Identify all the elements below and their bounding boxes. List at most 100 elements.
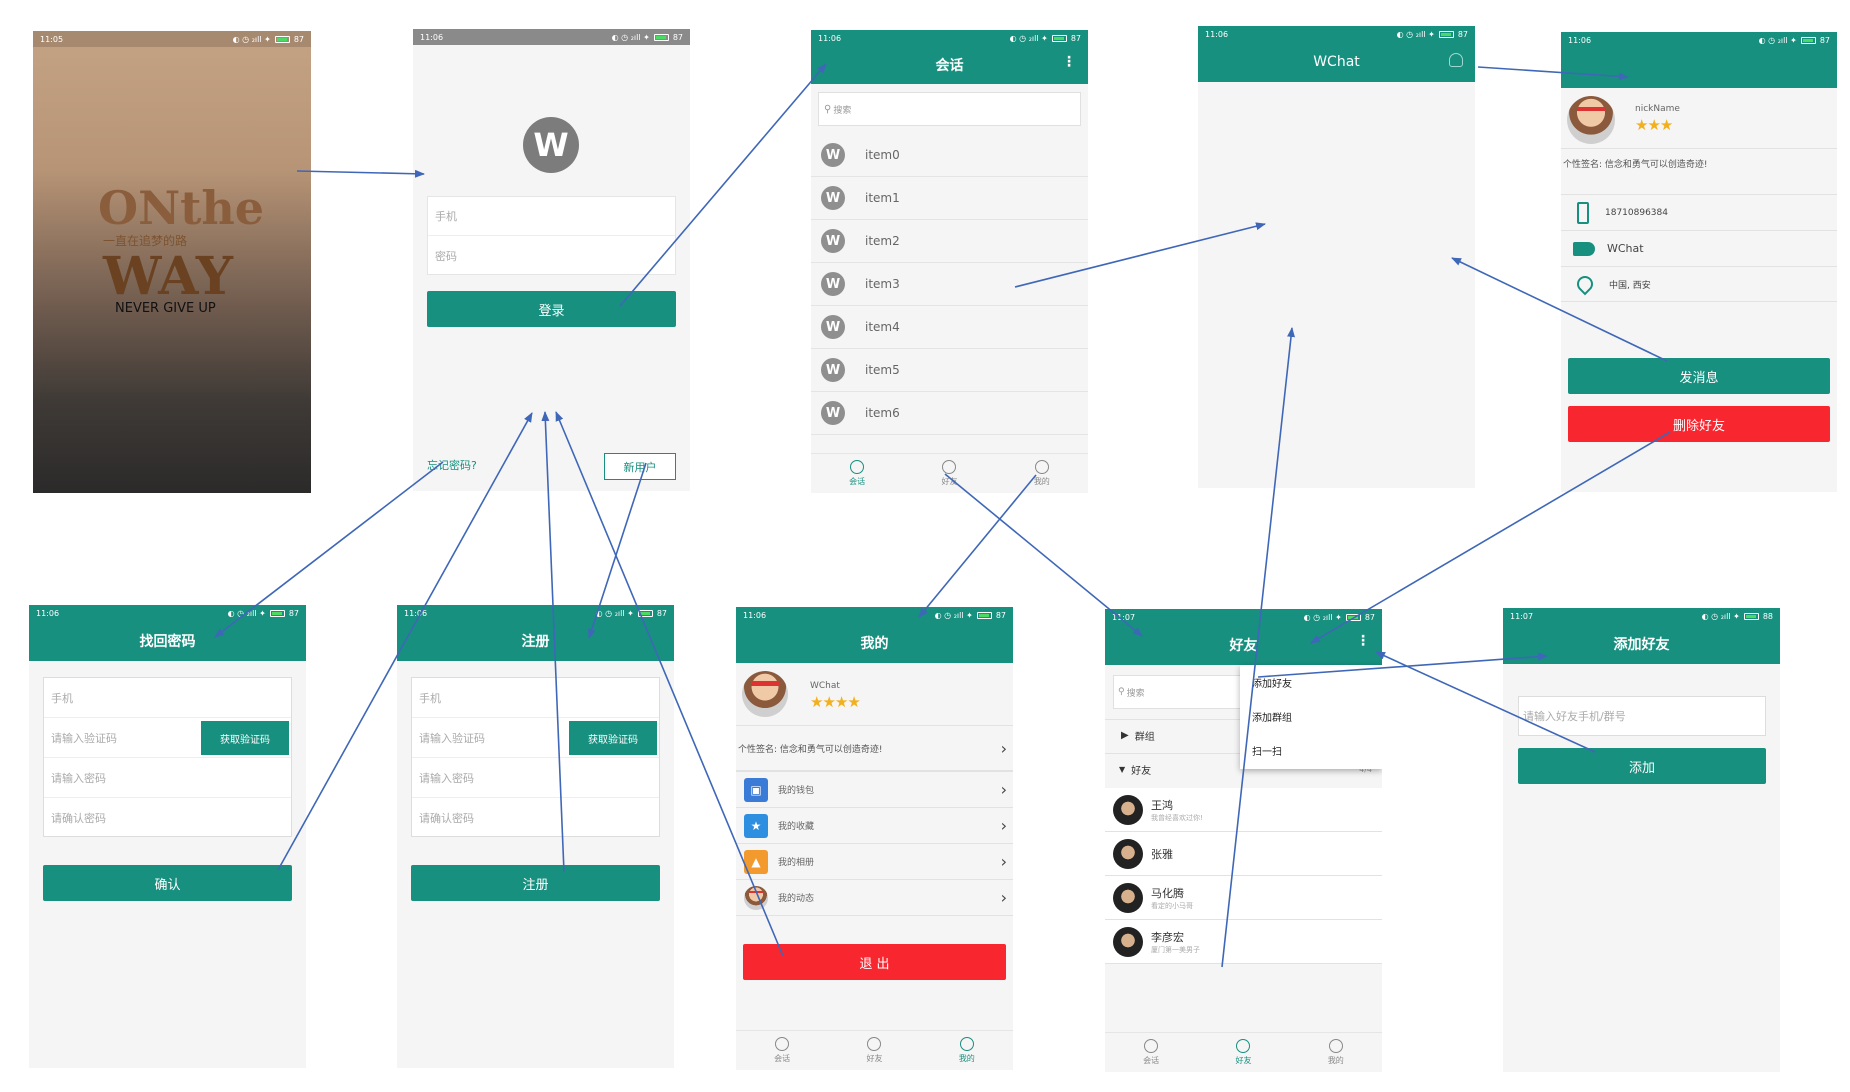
- app-bar: 11:07 ◐ ◷ ₂ıll ✦ 87 好友 ⋮: [1105, 609, 1382, 665]
- tab-mine[interactable]: 我的: [959, 1037, 975, 1064]
- menu-scan[interactable]: 扫一扫: [1240, 733, 1382, 767]
- favorites-row[interactable]: ★ 我的收藏 ›: [736, 808, 1013, 844]
- code-placeholder: 请输入验证码: [51, 731, 117, 745]
- status-time: 11:06: [1568, 35, 1592, 45]
- send-message-button[interactable]: 发消息: [1568, 358, 1830, 394]
- register-button[interactable]: 注册: [411, 865, 660, 901]
- friend-row[interactable]: 马化腾 看定的小马哥: [1105, 876, 1382, 920]
- group-label: 群组: [1134, 732, 1155, 743]
- page-title: 我的: [860, 636, 889, 652]
- app-bar: 11:06 ◐ ◷ ₂ıll ✦ 87: [1561, 32, 1837, 88]
- battery-level: 87: [1070, 33, 1081, 43]
- friend-row[interactable]: 张雅: [1105, 832, 1382, 876]
- tab-mine[interactable]: 我的: [1034, 460, 1050, 487]
- chevron-right-icon: ›: [1000, 888, 1007, 907]
- battery-icon: [1800, 36, 1816, 44]
- status-bar: 11:07 ◐ ◷ ₂ıll ✦ 87: [1105, 609, 1382, 625]
- list-item[interactable]: Witem1: [811, 177, 1088, 220]
- tab-friends[interactable]: 好友: [941, 460, 957, 487]
- tab-chats[interactable]: 会话: [849, 460, 865, 487]
- status-bar: 11:06 ◐ ◷ ₂ıll ✦ 87: [1561, 32, 1837, 48]
- tab-mine[interactable]: 我的: [1328, 1039, 1344, 1066]
- friend-name: 李彦宏: [1151, 930, 1184, 944]
- page-title: 找回密码: [139, 634, 196, 650]
- phone-input[interactable]: 手机: [428, 197, 675, 236]
- signal-icon: ◐ ◷ ₂ıll ✦: [1758, 35, 1797, 45]
- add-button[interactable]: 添加: [1518, 748, 1766, 784]
- list-item[interactable]: Witem3: [811, 263, 1088, 306]
- battery-icon: [1743, 612, 1759, 620]
- battery-icon: [976, 611, 992, 619]
- confirm-password-input[interactable]: 请确认密码: [412, 798, 659, 838]
- album-row[interactable]: ▲ 我的相册 ›: [736, 844, 1013, 880]
- friend-row[interactable]: 王鸿 我曾经喜欢过你!: [1105, 788, 1382, 832]
- avatar: [1113, 926, 1143, 957]
- list-item[interactable]: Witem2: [811, 220, 1088, 263]
- more-icon[interactable]: ⋮: [1356, 634, 1370, 648]
- moments-row[interactable]: 我的动态 ›: [736, 880, 1013, 916]
- tab-label: 会话: [849, 477, 866, 486]
- menu-add-friend[interactable]: 添加好友: [1240, 665, 1382, 699]
- more-icon[interactable]: ⋮: [1062, 55, 1076, 69]
- tab-label: 好友: [1235, 1056, 1252, 1065]
- search-input[interactable]: ⚲ 搜索: [818, 92, 1081, 126]
- w-icon: W: [821, 358, 845, 382]
- status-time: 11:06: [404, 608, 428, 618]
- menu-add-group[interactable]: 添加群组: [1240, 699, 1382, 733]
- get-code-button[interactable]: 获取验证码: [569, 721, 657, 755]
- signature: 个性签名: 信念和勇气可以创造奇迹!: [1561, 148, 1837, 196]
- signature-text: 个性签名: 信念和勇气可以创造奇迹!: [738, 744, 883, 755]
- password-input[interactable]: 请输入密码: [44, 758, 291, 798]
- phone-input[interactable]: 手机: [44, 678, 291, 718]
- phone-input[interactable]: 手机: [412, 678, 659, 718]
- delete-friend-button[interactable]: 删除好友: [1568, 406, 1830, 442]
- tab-friends[interactable]: 好友: [866, 1037, 882, 1064]
- tab-label: 我的: [1327, 1056, 1344, 1065]
- avatar: [742, 671, 788, 717]
- signal-icon: ◐ ◷ ₂ıll ✦: [934, 610, 973, 620]
- app-name: WChat: [1607, 242, 1644, 255]
- list-item[interactable]: Witem0: [811, 134, 1088, 177]
- friend-id-input[interactable]: 请输入好友手机/群号: [1518, 696, 1766, 736]
- menu-label: 我的钱包: [778, 786, 815, 796]
- new-user-button[interactable]: 新用户: [604, 453, 676, 480]
- login-screen: 11:06 ◐ ◷ ₂ıll ✦ 87 W 手机 密码 登录 忘记密码? 新用户: [413, 29, 690, 491]
- confirm-button[interactable]: 确认: [43, 865, 292, 901]
- forgot-password-link[interactable]: 忘记密码?: [427, 457, 477, 473]
- friend-row[interactable]: 李彦宏 厦门第一美男子: [1105, 920, 1382, 964]
- list-item-label: item6: [865, 406, 900, 420]
- rating-stars: ★★★: [1635, 116, 1673, 134]
- list-item[interactable]: Witem4: [811, 306, 1088, 349]
- phone-icon: [1577, 201, 1589, 224]
- login-button[interactable]: 登录: [427, 291, 676, 327]
- get-code-button[interactable]: 获取验证码: [201, 721, 289, 755]
- list-item[interactable]: Witem5: [811, 349, 1088, 392]
- friend-status: 看定的小马哥: [1151, 901, 1193, 910]
- battery-icon: [1345, 613, 1361, 621]
- rating-stars: ★★★★: [810, 693, 861, 711]
- splash-screen: 11:05 ◐ ◷ ₂ıll ✦ 87 ONthe 一直在追梦的路 WAY NEV…: [33, 31, 311, 493]
- status-bar: 11:06 ◐ ◷ ₂ıll ✦ 87: [397, 605, 674, 621]
- list-item-label: item2: [865, 234, 900, 248]
- app-bar: 11:06 ◐ ◷ ₂ıll ✦ 87 找回密码: [29, 605, 306, 661]
- password-input[interactable]: 请输入密码: [412, 758, 659, 798]
- code-input[interactable]: 请输入验证码 获取验证码: [412, 718, 659, 758]
- user-icon[interactable]: [1449, 53, 1463, 67]
- tab-chats[interactable]: 会话: [774, 1037, 790, 1064]
- conversation-list: Witem0 Witem1 Witem2 Witem3 Witem4 Witem…: [811, 134, 1088, 435]
- app-bar: 11:06 ◐ ◷ ₂ıll ✦ 87 会话 ⋮: [811, 30, 1088, 84]
- battery-level: 88: [1762, 611, 1773, 621]
- status-time: 11:06: [818, 33, 842, 43]
- tab-friends[interactable]: 好友: [1235, 1039, 1251, 1066]
- password-input[interactable]: 密码: [428, 236, 675, 275]
- code-input[interactable]: 请输入验证码 获取验证码: [44, 718, 291, 758]
- signature-row[interactable]: 个性签名: 信念和勇气可以创造奇迹! ›: [736, 725, 1013, 771]
- confirm-password-input[interactable]: 请确认密码: [44, 798, 291, 838]
- logout-button[interactable]: 退 出: [743, 944, 1006, 980]
- register-form: 手机 请输入验证码 获取验证码 请输入密码 请确认密码: [411, 677, 660, 837]
- tab-chats[interactable]: 会话: [1143, 1039, 1159, 1066]
- wallet-icon: ▣: [744, 777, 768, 802]
- wallet-row[interactable]: ▣ 我的钱包 ›: [736, 772, 1013, 808]
- search-placeholder: 搜索: [1126, 688, 1145, 699]
- list-item[interactable]: Witem6: [811, 392, 1088, 435]
